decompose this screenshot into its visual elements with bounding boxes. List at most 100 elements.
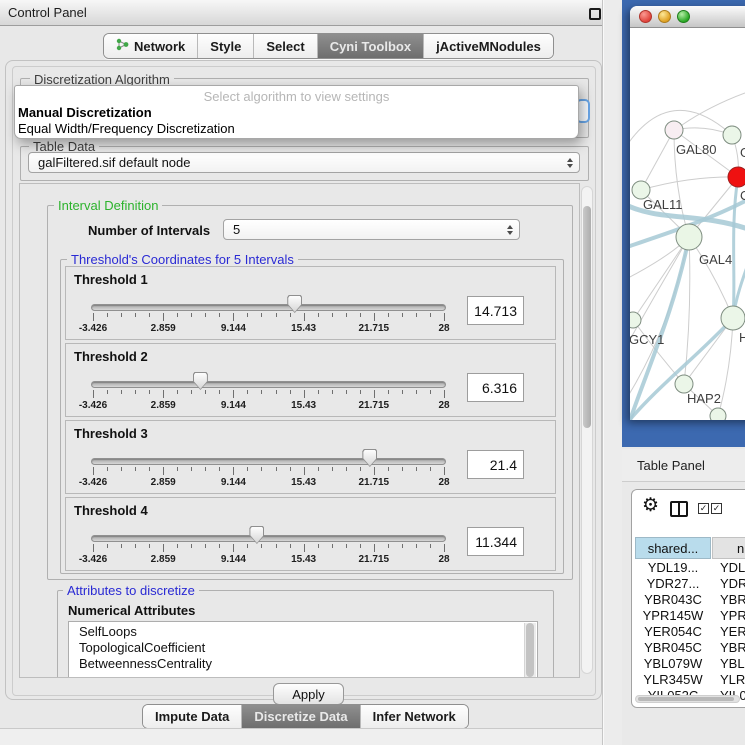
cell-shared-name[interactable]: YDR27... [635,576,711,592]
network-edge[interactable] [641,130,674,190]
table-row[interactable]: YLR345WYLR3 [635,672,745,688]
tab-cyni-toolbox[interactable]: Cyni Toolbox [318,34,424,58]
tab-label: Style [210,39,241,54]
threshold-label: Threshold 1 [74,272,148,287]
slider-tick [290,390,291,394]
slider-thumb[interactable] [193,372,208,390]
slider-thumb[interactable] [362,449,377,467]
table-hscrollbar-thumb[interactable] [638,697,734,701]
network-edge[interactable] [689,237,733,318]
attribute-item[interactable]: BetweennessCentrality [69,656,537,672]
slider-thumb[interactable] [287,295,302,313]
network-svg: GAL80GCGAL11GAL4GCY1HHAP2 [630,28,745,420]
cell-name[interactable]: YLR3 [711,672,745,688]
threshold-panel-1: Threshold 1-3.4262.8599.14415.4321.71528… [65,266,556,340]
table-hscrollbar[interactable] [635,695,740,703]
network-node-gal80[interactable] [665,121,683,139]
table-row[interactable]: YBL079WYBL0 [635,656,745,672]
attributes-list-scrollbar[interactable] [524,623,536,677]
slider-track[interactable] [91,458,446,465]
table-data-combo[interactable]: galFiltered.sif default node [28,152,580,173]
cell-shared-name[interactable]: YBR043C [635,592,711,608]
thresholds-group-title: Threshold's Coordinates for 5 Intervals [67,252,298,267]
table-row[interactable]: YBR043CYBR0 [635,592,745,608]
cell-shared-name[interactable]: YLR345W [635,672,711,688]
network-node-gal4[interactable] [676,224,702,250]
cell-shared-name[interactable]: YBR045C [635,640,711,656]
tab-network[interactable]: Network [104,34,198,58]
network-node-gcy1[interactable] [630,312,641,328]
minimize-traffic-light-icon[interactable] [658,10,671,23]
table-row[interactable]: YPR145WYPR1 [635,608,745,624]
cell-name[interactable]: YPR1 [711,608,745,624]
slider-tick [402,467,403,471]
zoom-traffic-light-icon[interactable] [677,10,690,23]
tab-style[interactable]: Style [198,34,254,58]
slider-thumb[interactable] [249,526,264,544]
slider-tick [219,467,220,471]
slider-tick [360,390,361,394]
threshold-value-field[interactable]: 21.4 [467,450,524,479]
cell-shared-name[interactable]: YPR145W [635,608,711,624]
slider-tick [177,544,178,548]
cell-name[interactable]: YBR0 [711,640,745,656]
attributes-list[interactable]: SelfLoopsTopologicalCoefficientBetweenne… [68,621,538,678]
tick-label: 2.859 [151,400,176,411]
table-panel-container: ⚙ ✓ ✓ shared... n YDL19...YDL1YDR27...YD… [631,489,745,708]
column-header-name[interactable]: n [712,537,745,559]
cell-name[interactable]: YBL0 [711,656,745,672]
table-row[interactable]: YDR27...YDR2 [635,576,745,592]
slider-tick [360,544,361,548]
slider-track[interactable] [91,535,446,542]
main-scrollbar[interactable] [581,186,593,674]
tab-impute-data[interactable]: Impute Data [143,705,242,728]
cell-shared-name[interactable]: YER054C [635,624,711,640]
cell-name[interactable]: YDL1 [711,560,745,576]
main-scrollbar-thumb[interactable] [583,206,591,428]
network-node[interactable] [710,408,726,420]
float-window-icon[interactable] [589,8,601,20]
tab-select[interactable]: Select [254,34,317,58]
checkbox-icon[interactable]: ✓ [698,503,709,514]
close-traffic-light-icon[interactable] [639,10,652,23]
popup-option[interactable]: Equal Width/Frequency Discretization [15,121,578,137]
cell-shared-name[interactable]: YDL19... [635,560,711,576]
network-edge[interactable] [641,177,738,190]
network-canvas[interactable]: GAL80GCGAL11GAL4GCY1HHAP2 [630,28,745,420]
num-intervals-combo[interactable]: 5 [223,219,520,240]
slider-track[interactable] [91,381,446,388]
table-row[interactable]: YBR045CYBR0 [635,640,745,656]
threshold-value-field[interactable]: 6.316 [467,373,524,402]
cell-name[interactable]: YER0 [711,624,745,640]
network-node-c[interactable] [728,167,745,187]
table-row[interactable]: YDL19...YDL1 [635,560,745,576]
network-edge[interactable] [682,93,745,125]
cell-name[interactable]: YDR2 [711,576,745,592]
slider-track[interactable] [91,304,446,311]
apply-button[interactable]: Apply [273,683,344,705]
tick-label: 2.859 [151,554,176,565]
slider-tick [374,313,375,321]
threshold-value-field[interactable]: 11.344 [467,527,524,556]
attribute-item[interactable]: SelfLoops [69,624,537,640]
slider-tick [388,313,389,317]
tab-jactivemnodules[interactable]: jActiveMNodules [424,34,553,58]
column-layout-icon[interactable] [670,501,688,517]
slider-tick [93,313,94,321]
panel-divider[interactable] [602,0,623,745]
popup-option[interactable]: Manual Discretization [15,105,578,121]
checkbox-icon[interactable]: ✓ [711,503,722,514]
network-node-h[interactable] [721,306,745,330]
column-header-shared[interactable]: shared... [635,537,711,559]
cell-name[interactable]: YBR0 [711,592,745,608]
threshold-value-field[interactable]: 14.713 [467,296,524,325]
tab-infer-network[interactable]: Infer Network [361,705,468,728]
table-row[interactable]: YER054CYER0 [635,624,745,640]
gear-icon[interactable]: ⚙ [642,496,659,515]
threshold-label: Threshold 4 [74,503,148,518]
attribute-item[interactable]: TopologicalCoefficient [69,640,537,656]
slider-tick [304,390,305,398]
tab-discretize-data[interactable]: Discretize Data [242,705,360,728]
network-node-g[interactable] [723,126,741,144]
cell-shared-name[interactable]: YBL079W [635,656,711,672]
